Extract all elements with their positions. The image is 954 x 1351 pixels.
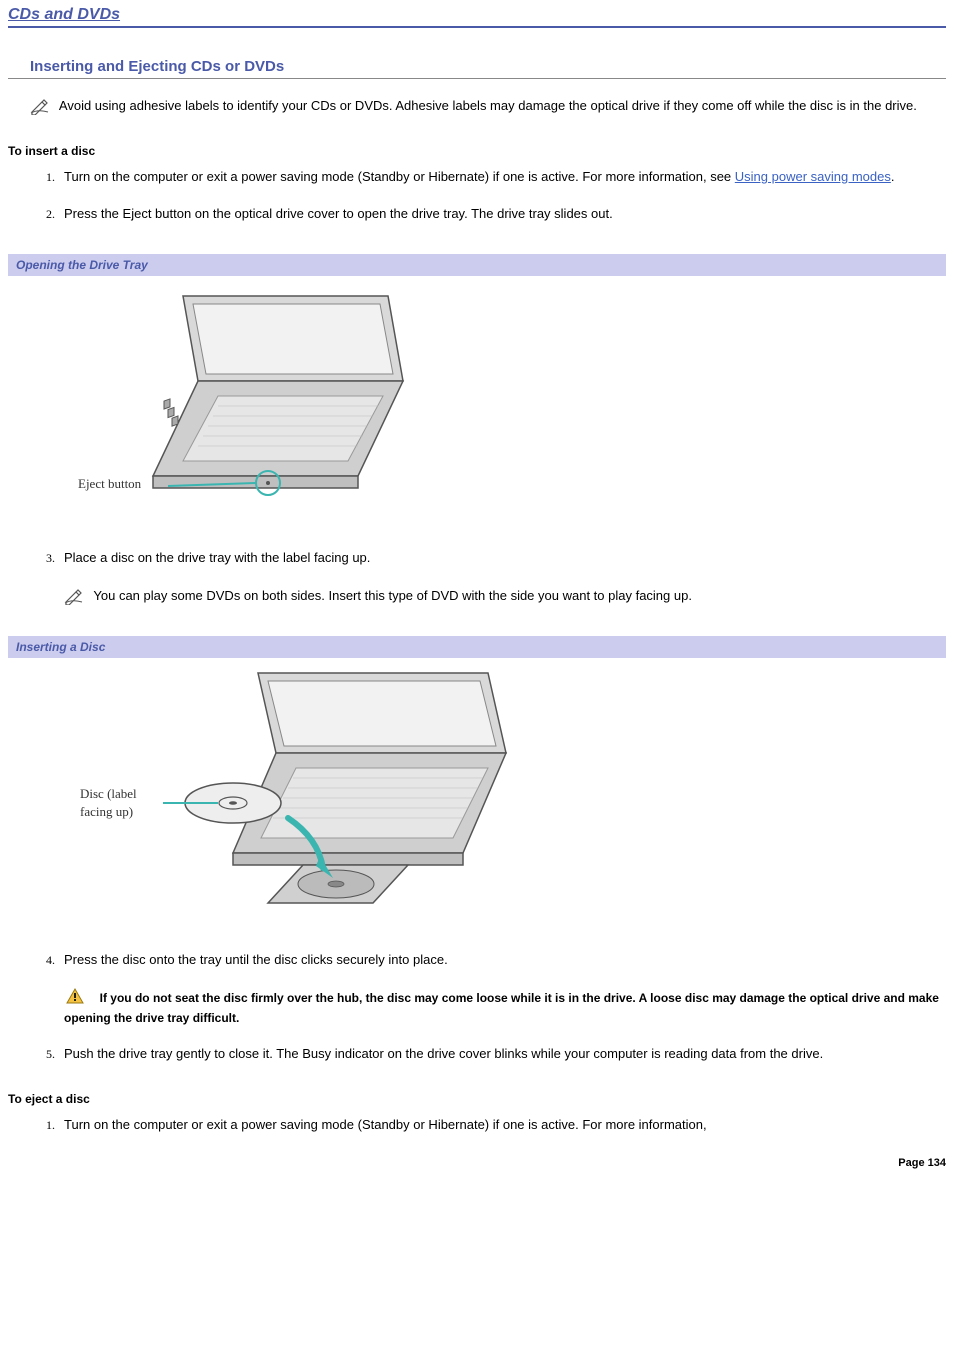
figure-2-label-1: Disc (label [80, 786, 137, 801]
step-3-note-text: You can play some DVDs on both sides. In… [93, 588, 692, 603]
eject-step-1: Turn on the computer or exit a power sav… [58, 1116, 946, 1135]
step-4-warning-text: If you do not seat the disc firmly over … [64, 991, 939, 1025]
insert-steps-list: Turn on the computer or exit a power sav… [28, 168, 946, 224]
step-4: Press the disc onto the tray until the d… [58, 951, 946, 1027]
section-heading: Inserting and Ejecting CDs or DVDs [8, 58, 946, 79]
page-number: Page 134 [898, 1157, 946, 1169]
step-1-text-b: . [891, 169, 895, 184]
note-text: Avoid using adhesive labels to identify … [59, 98, 917, 113]
sub-heading-eject: To eject a disc [8, 1092, 946, 1106]
step-4-warning: If you do not seat the disc firmly over … [64, 988, 946, 1027]
pencil-note-icon [64, 589, 86, 605]
step-4-text: Press the disc onto the tray until the d… [64, 952, 448, 967]
figure-1-illustration: Eject button [68, 286, 428, 516]
eject-steps-list: Turn on the computer or exit a power sav… [28, 1116, 946, 1135]
figure-1: Eject button [8, 276, 946, 549]
step-3: Place a disc on the drive tray with the … [58, 549, 946, 607]
page-title: CDs and DVDs [8, 6, 946, 28]
step-5: Push the drive tray gently to close it. … [58, 1045, 946, 1064]
step-2: Press the Eject button on the optical dr… [58, 205, 946, 224]
sub-heading-insert: To insert a disc [8, 144, 946, 158]
figure-2-caption: Inserting a Disc [8, 636, 946, 658]
note-adhesive-labels: Avoid using adhesive labels to identify … [8, 97, 946, 116]
figure-1-caption: Opening the Drive Tray [8, 254, 946, 276]
figure-1-label: Eject button [78, 476, 142, 491]
figure-2-label-2: facing up) [80, 804, 133, 819]
figure-2: Disc (label facing up) [8, 658, 946, 951]
insert-steps-list-cont: Place a disc on the drive tray with the … [28, 549, 946, 607]
figure-2-illustration: Disc (label facing up) [68, 668, 518, 918]
step-3-note: You can play some DVDs on both sides. In… [64, 587, 946, 606]
insert-steps-list-cont2: Press the disc onto the tray until the d… [28, 951, 946, 1064]
step-3-text: Place a disc on the drive tray with the … [64, 550, 370, 565]
warning-icon [66, 988, 84, 1009]
pencil-note-icon [30, 99, 52, 115]
link-power-saving-modes[interactable]: Using power saving modes [735, 169, 891, 184]
step-1-text-a: Turn on the computer or exit a power sav… [64, 169, 735, 184]
step-1: Turn on the computer or exit a power sav… [58, 168, 946, 187]
